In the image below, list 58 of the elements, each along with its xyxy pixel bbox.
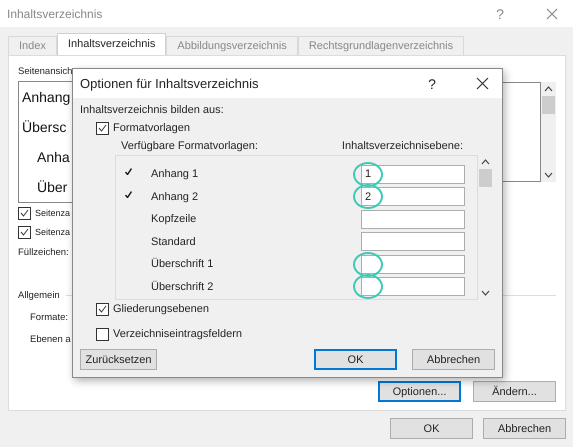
preview-text: Anha [36,148,70,167]
scrollbar-thumb[interactable] [542,96,555,114]
style-name: Überschrift 1 [151,258,214,270]
style-name: Überschrift 2 [151,280,214,293]
level-field[interactable] [361,254,465,274]
level-field[interactable]: 2 [361,187,465,206]
close-icon [476,77,488,90]
column-heading: Verfügbare Formatvorlagen: [121,140,258,152]
checkbox-label: Gliederungsebenen [113,303,210,315]
checkbox[interactable] [18,226,31,238]
column-heading: Inhaltsverzeichnisebene: [342,140,463,152]
close-icon [546,8,558,20]
dialog-button[interactable]: Zurücksetzen [80,349,157,370]
dialog-title: Optionen für Inhaltsverzeichnis [80,76,258,91]
checkmark-icon [98,305,107,313]
dialog-button[interactable]: Optionen... [378,381,461,402]
level-field[interactable] [361,277,465,296]
dialog-button[interactable]: Ändern... [473,381,556,402]
window-title: Inhaltsverzeichnis [7,6,102,20]
chevron-down-icon [544,172,553,178]
preview-text: Anhang [22,88,70,107]
field-label: Füllzeichen: [18,247,69,258]
tab[interactable]: Inhaltsverzeichnis [56,33,166,55]
preview-text: Übersc [22,118,66,137]
help-button[interactable]: ? [420,76,444,92]
dialog-button[interactable]: OK [390,418,473,439]
checkbox[interactable] [96,302,109,316]
field-label: Ebenen a [29,334,71,345]
checkbox-label: Verzeichniseintragsfeldern [113,328,242,340]
preview-text: Über [36,178,68,197]
group-label: Allgemein [18,290,60,301]
checkbox-label: Seitenza [35,208,70,218]
style-name: Anhang 2 [151,190,200,203]
checkbox[interactable] [96,328,109,340]
checkbox-label: Seitenza [35,227,70,237]
checkbox[interactable] [96,122,109,134]
field-label: Formate: [29,312,68,323]
style-name: Anhang 1 [151,168,200,180]
help-button[interactable]: ? [485,6,515,22]
section-label: Inhaltsverzeichnis bilden aus: [80,104,225,116]
checkbox-label: Formatvorlagen [113,122,190,134]
section-label: Seitenansich [18,66,72,77]
style-name: Kopfzeile [151,213,198,226]
level-field[interactable] [361,210,465,229]
checkmark-icon [98,124,107,132]
checkmark-icon [20,209,29,217]
chevron-up-icon [481,159,490,165]
scrollbar-thumb[interactable] [479,169,492,187]
chevron-up-icon [544,86,553,92]
checkmark-icon [20,228,29,236]
dialog-button[interactable]: Abbrechen [412,349,495,370]
level-field[interactable]: 1 [361,164,465,184]
style-name: Standard [151,236,197,248]
checkbox[interactable] [18,206,31,220]
dialog-button[interactable]: Abbrechen [483,418,566,439]
chevron-down-icon [481,290,490,296]
level-field[interactable] [361,232,465,252]
dialog-button[interactable]: OK [314,349,397,370]
